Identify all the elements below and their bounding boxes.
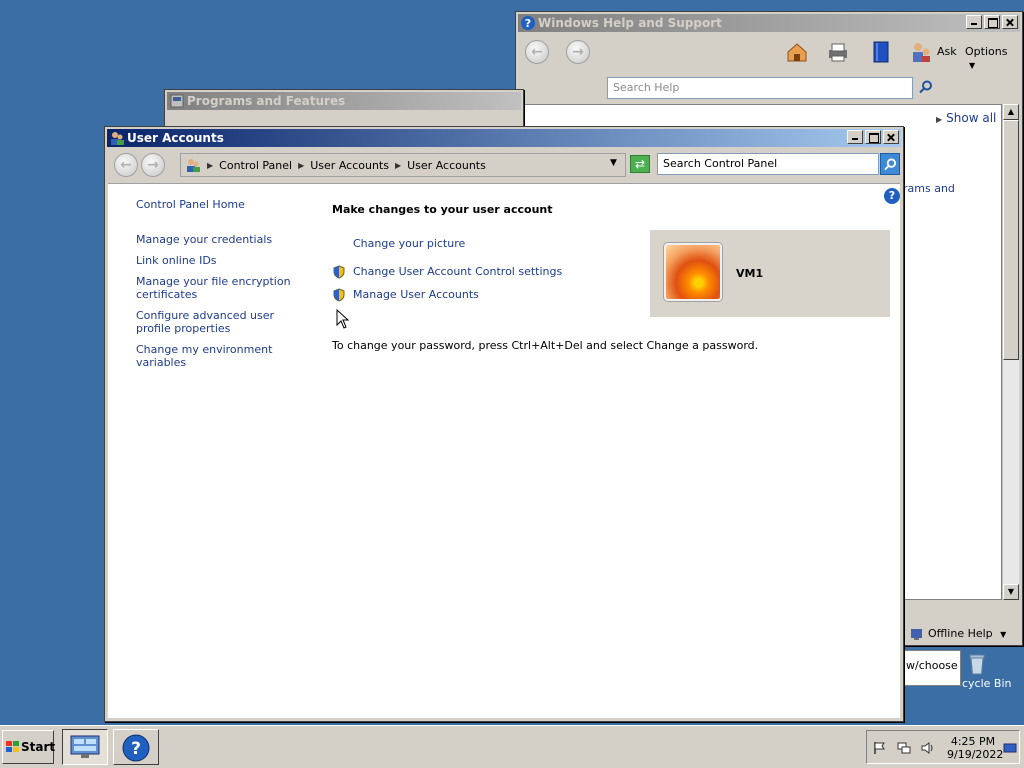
taskbar-control-panel-button[interactable] <box>62 729 108 765</box>
help-titlebar[interactable]: ? Windows Help and Support <box>518 14 1020 32</box>
control-panel-search-input[interactable]: Search Control Panel <box>657 153 879 175</box>
user-accounts-window: User Accounts ← → ▶ Control Panel ▶ User… <box>104 126 904 722</box>
help-search-icon[interactable] <box>919 80 933 94</box>
ua-address-bar: ← → ▶ Control Panel ▶ User Accounts ▶ Us… <box>108 149 900 183</box>
ua-title: User Accounts <box>127 131 224 145</box>
offline-help-dropdown-icon: ▼ <box>1000 630 1007 639</box>
ask-icon[interactable] <box>909 40 933 64</box>
clock-date: 9/19/2022 <box>947 748 1004 761</box>
help-toolbar: ← → Ask Options ▼ Search Help <box>519 34 1019 99</box>
start-label: Start <box>21 740 56 754</box>
username: VM1 <box>736 267 764 280</box>
help-partial-text: rams and <box>903 182 955 195</box>
uac-shield-icon <box>333 288 345 302</box>
avatar[interactable] <box>664 243 722 301</box>
programs-title-icon <box>170 94 184 108</box>
taskbar: Start ? 4:25 PM 9/19/2022 <box>0 725 1024 768</box>
options-menu[interactable]: Options ▼ <box>965 45 1019 71</box>
uac-settings-link[interactable]: Change User Account Control settings <box>353 265 562 278</box>
clock-time: 4:25 PM <box>950 735 996 748</box>
server-manager-icon <box>70 735 100 758</box>
help-home-icon[interactable] <box>785 40 809 64</box>
windows-logo-icon <box>6 741 19 752</box>
ua-close-button[interactable] <box>883 130 899 144</box>
control-panel-icon <box>187 159 200 172</box>
search-icon <box>884 158 897 171</box>
refresh-button[interactable]: ⇄ <box>630 155 650 173</box>
ua-titlebar[interactable]: User Accounts <box>107 129 901 147</box>
breadcrumb-separator-icon[interactable]: ▶ <box>395 161 401 170</box>
change-picture-link[interactable]: Change your picture <box>353 237 465 250</box>
mouse-cursor-icon <box>336 309 350 329</box>
scroll-up-icon[interactable]: ▲ <box>1003 104 1019 120</box>
help-icon: ? <box>122 734 150 762</box>
breadcrumb[interactable]: ▶ Control Panel ▶ User Accounts ▶ User A… <box>180 153 626 177</box>
password-info-text: To change your password, press Ctrl+Alt+… <box>332 339 759 352</box>
programs-title: Programs and Features <box>187 94 346 108</box>
partial-window-text: w/choose <box>906 659 958 672</box>
help-minimize-button[interactable] <box>966 15 982 29</box>
uac-shield-icon <box>333 265 345 279</box>
show-all-link[interactable]: ▶ Show all <box>936 111 996 125</box>
help-close-button[interactable] <box>1002 15 1018 29</box>
breadcrumb-user-accounts-current[interactable]: User Accounts <box>407 159 486 172</box>
breadcrumb-control-panel[interactable]: Control Panel <box>219 159 292 172</box>
offline-help-icon <box>911 629 922 640</box>
advanced-profile-link[interactable]: Configure advanced user profile properti… <box>136 309 304 335</box>
system-tray: 4:25 PM 9/19/2022 <box>866 730 1020 764</box>
ua-content: ? Control Panel Home Manage your credent… <box>108 183 900 718</box>
help-search-input[interactable]: Search Help <box>607 77 913 99</box>
user-account-panel: VM1 <box>650 230 890 317</box>
page-title: Make changes to your user account <box>332 203 553 216</box>
show-desktop-icon[interactable] <box>1003 741 1017 755</box>
environment-variables-link[interactable]: Change my environment variables <box>136 343 304 369</box>
ask-label[interactable]: Ask <box>937 45 957 58</box>
taskbar-help-button[interactable]: ? <box>113 729 159 765</box>
start-button[interactable]: Start <box>2 730 56 764</box>
control-panel-search-button[interactable] <box>880 153 900 175</box>
ua-minimize-button[interactable] <box>847 130 863 144</box>
control-panel-home-link[interactable]: Control Panel Home <box>136 198 304 211</box>
action-center-flag-icon[interactable] <box>873 741 887 755</box>
scroll-thumb[interactable] <box>1003 120 1019 360</box>
desktop-partial-window[interactable]: w/choose <box>903 650 961 686</box>
user-accounts-title-icon <box>111 132 124 145</box>
svg-text:?: ? <box>131 739 141 759</box>
programs-titlebar[interactable]: Programs and Features <box>167 92 521 110</box>
help-scrollbar[interactable]: ▲ ▼ <box>1002 104 1019 600</box>
recycle-bin-icon[interactable] <box>965 652 989 676</box>
offline-help-label: Offline Help <box>928 627 993 640</box>
scroll-down-icon[interactable]: ▼ <box>1003 584 1019 600</box>
help-maximize-button[interactable] <box>984 15 1000 29</box>
ua-forward-button[interactable]: → <box>141 153 165 177</box>
manage-user-accounts-link[interactable]: Manage User Accounts <box>353 288 479 301</box>
breadcrumb-separator-icon[interactable]: ▶ <box>298 161 304 170</box>
breadcrumb-user-accounts[interactable]: User Accounts <box>310 159 389 172</box>
address-dropdown-icon[interactable]: ▼ <box>610 158 617 168</box>
offline-help-button[interactable]: Offline Help ▼ <box>910 627 1006 640</box>
recycle-bin-label: cycle Bin <box>962 677 1012 690</box>
file-encryption-link[interactable]: Manage your file encryption certificates <box>136 275 304 301</box>
help-back-button[interactable]: ← <box>525 40 549 64</box>
ua-back-button[interactable]: ← <box>114 153 138 177</box>
manage-credentials-link[interactable]: Manage your credentials <box>136 233 304 246</box>
print-icon[interactable] <box>826 40 850 64</box>
network-icon[interactable] <box>897 741 911 755</box>
help-title: Windows Help and Support <box>538 16 722 30</box>
svg-text:?: ? <box>525 17 531 30</box>
options-dropdown-icon: ▼ <box>969 61 976 70</box>
link-online-ids-link[interactable]: Link online IDs <box>136 254 304 267</box>
volume-icon[interactable] <box>921 741 935 755</box>
help-forward-button[interactable]: → <box>566 40 590 64</box>
breadcrumb-separator-icon[interactable]: ▶ <box>207 161 213 170</box>
options-label: Options <box>965 45 1008 58</box>
browse-help-icon[interactable] <box>869 40 893 64</box>
help-title-icon: ? <box>521 16 535 30</box>
ua-maximize-button[interactable] <box>865 130 881 144</box>
show-all-label: Show all <box>946 111 997 125</box>
help-icon[interactable]: ? <box>884 188 900 204</box>
clock[interactable]: 4:25 PM 9/19/2022 <box>947 735 1004 761</box>
